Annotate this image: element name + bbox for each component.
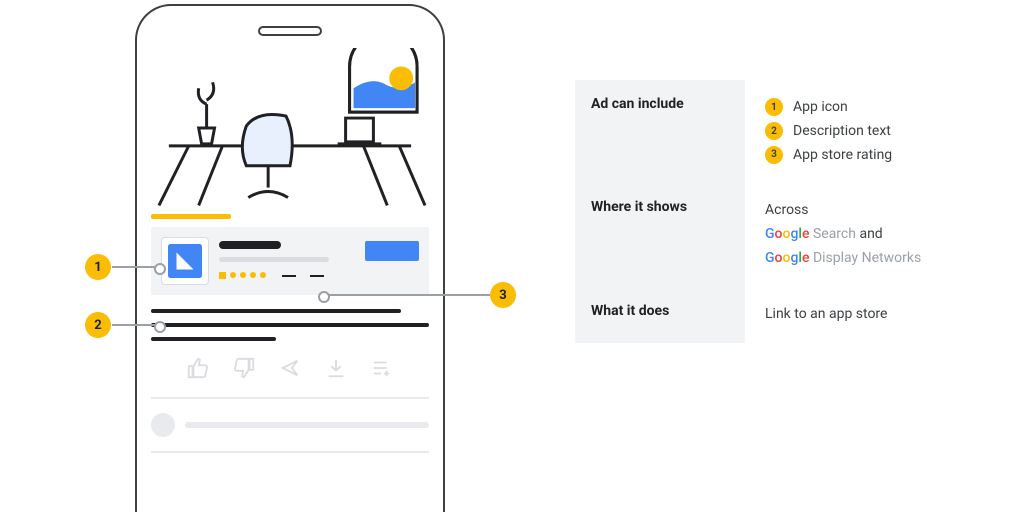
phone-speaker [258,26,322,36]
leader-line-2 [112,324,162,326]
avatar [151,413,175,437]
ad-subtitle-placeholder [219,257,329,262]
row-label: Ad can include [575,80,745,183]
mini-chip-1: 1 [765,98,783,116]
phone-frame [135,4,445,512]
install-button[interactable] [365,241,419,261]
thumbs-down-icon[interactable] [233,357,255,379]
app-icon [161,237,209,285]
google-logo-text: Google [765,250,809,266]
row-label: Where it shows [575,183,745,286]
callout-chip-1: 1 [85,254,111,280]
thumbs-up-icon[interactable] [187,357,209,379]
action-row [151,357,429,379]
rating-row [219,272,355,279]
google-logo-text: Google [765,226,809,242]
where-lead: Across [765,199,995,223]
include-item: Description text [793,123,891,139]
mini-chip-3: 3 [765,146,783,164]
include-item: App icon [793,99,848,115]
accent-bar [151,214,231,219]
leader-line-1 [112,266,162,268]
playlist-icon[interactable] [371,357,393,379]
row-label: What it does [575,287,745,343]
row-value: Link to an app store [745,287,995,343]
description-lines [151,309,429,341]
mini-chip-2: 2 [765,122,783,140]
ad-title-placeholder [219,241,281,249]
include-item: App store rating [793,147,892,163]
leader-line-3 [322,294,490,296]
info-table: Ad can include 1 App icon 2 Description te… [575,80,995,343]
share-icon[interactable] [279,357,301,379]
ad-card [151,227,429,295]
callout-chip-2: 2 [85,312,111,338]
row-value: 1 App icon 2 Description text 3 App store r… [745,80,995,183]
row-what: What it does Link to an app store [575,287,995,343]
hero-illustration [151,48,429,208]
post-stub [151,413,429,437]
row-value: Across Google Search and Google Display … [745,183,995,286]
where-search: Search [813,226,856,242]
post-line [185,422,429,428]
divider [151,397,429,399]
row-ad-include: Ad can include 1 App icon 2 Description te… [575,80,995,183]
row-where: Where it shows Across Google Search and … [575,183,995,286]
divider [151,451,429,453]
download-icon[interactable] [325,357,347,379]
ad-text-block [219,237,355,285]
where-display: Display Networks [813,250,921,266]
callout-chip-3: 3 [490,282,516,308]
